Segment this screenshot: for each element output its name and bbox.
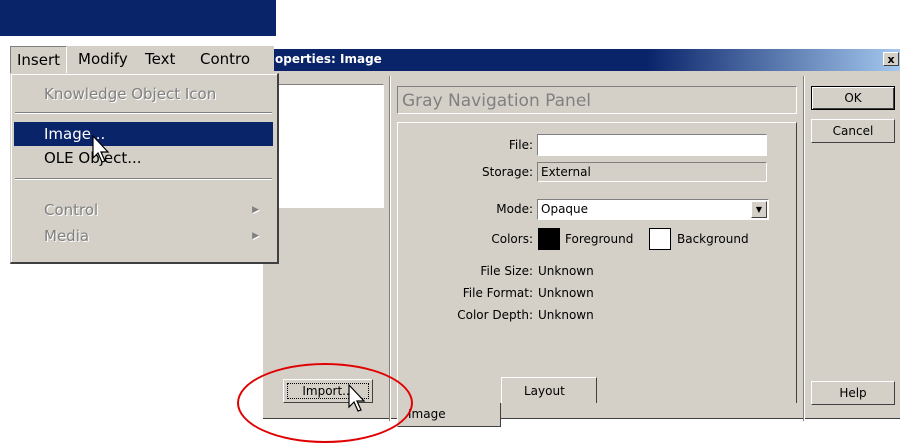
insert-menu: Knowledge Object Icon Image... OLE Objec… — [10, 73, 279, 264]
foreground-label: Foreground — [565, 232, 634, 246]
file-format-label: File Format: — [462, 286, 533, 300]
mode-value: Opaque — [541, 202, 589, 216]
tab-layout[interactable]: Layout — [501, 377, 597, 403]
file-field[interactable] — [537, 134, 767, 156]
close-icon[interactable]: x — [883, 52, 899, 66]
menu-item-control[interactable]: Control ▶ — [14, 198, 273, 222]
chevron-down-icon[interactable]: ▼ — [751, 201, 767, 218]
properties-dialog: operties: Image x Gray Navigation Panel … — [262, 48, 900, 427]
menu-modify[interactable]: Modify — [78, 50, 128, 68]
highlight-ellipse — [237, 363, 413, 443]
mode-select[interactable]: Opaque ▼ — [537, 199, 769, 220]
image-preview — [275, 84, 384, 208]
mouse-pointer-icon — [92, 135, 110, 163]
foreground-color-swatch[interactable] — [538, 228, 560, 250]
icon-name-field[interactable]: Gray Navigation Panel — [397, 86, 797, 114]
storage-field: External — [537, 162, 767, 182]
file-format-value: Unknown — [538, 286, 594, 300]
colors-label: Colors: — [491, 232, 533, 246]
menu-insert[interactable]: Insert — [10, 46, 68, 73]
submenu-arrow-icon: ▶ — [252, 231, 259, 241]
menu-separator — [15, 112, 272, 114]
ok-button[interactable]: OK — [811, 86, 895, 110]
app-menubar: Insert Modify Text Contro — [10, 46, 274, 73]
storage-label: Storage: — [482, 165, 533, 179]
menu-item-media[interactable]: Media ▶ — [14, 224, 273, 248]
left-divider — [389, 76, 391, 421]
right-divider — [803, 76, 805, 421]
file-label: File: — [508, 138, 533, 152]
file-size-value: Unknown — [538, 264, 594, 278]
menu-item-media-label: Media — [44, 227, 90, 245]
app-titlebar — [0, 0, 276, 36]
menu-item-control-label: Control — [44, 201, 99, 219]
help-button[interactable]: Help — [811, 381, 895, 405]
color-depth-label: Color Depth: — [457, 308, 533, 322]
file-size-label: File Size: — [480, 264, 533, 278]
menu-separator — [15, 178, 272, 180]
cancel-button[interactable]: Cancel — [811, 119, 895, 143]
submenu-arrow-icon: ▶ — [252, 205, 259, 215]
color-depth-value: Unknown — [538, 308, 594, 322]
menu-control[interactable]: Contro — [200, 50, 250, 68]
menu-item-image[interactable]: Image... — [14, 122, 273, 146]
background-label: Background — [677, 232, 749, 246]
dialog-title: operties: Image — [275, 52, 382, 66]
menu-text[interactable]: Text — [145, 50, 175, 68]
menu-item-ole-object[interactable]: OLE Object... — [14, 146, 273, 170]
menu-item-knowledge-object-icon[interactable]: Knowledge Object Icon — [14, 82, 273, 106]
dialog-titlebar[interactable]: operties: Image x — [263, 49, 900, 71]
mode-label: Mode: — [496, 202, 533, 216]
background-color-swatch[interactable] — [649, 228, 671, 250]
